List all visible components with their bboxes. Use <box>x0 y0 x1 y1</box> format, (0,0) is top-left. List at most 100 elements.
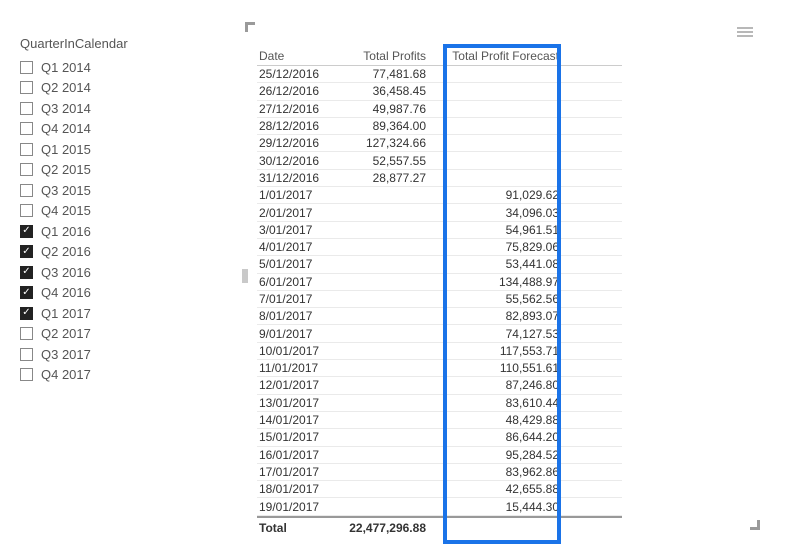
cell-forecast: 134,488.97 <box>432 275 567 289</box>
table-row[interactable]: 25/12/201677,481.68 <box>257 66 622 83</box>
cell-date: 16/01/2017 <box>257 448 337 462</box>
slicer-item[interactable]: Q1 2015 <box>20 139 190 160</box>
table-row[interactable]: 10/01/2017117,553.71 <box>257 343 622 360</box>
table-row[interactable]: 7/01/201755,562.56 <box>257 291 622 308</box>
cell-forecast: 91,029.62 <box>432 188 567 202</box>
table-row[interactable]: 13/01/201783,610.44 <box>257 395 622 412</box>
slicer-item[interactable]: Q4 2016 <box>20 283 190 304</box>
slicer-item[interactable]: Q3 2017 <box>20 344 190 365</box>
slicer-item-label: Q2 2015 <box>41 162 91 177</box>
checkbox-icon[interactable] <box>20 184 33 197</box>
cell-date: 3/01/2017 <box>257 223 337 237</box>
checkbox-icon[interactable] <box>20 122 33 135</box>
table-row[interactable]: 6/01/2017134,488.97 <box>257 274 622 291</box>
slicer-item-label: Q2 2014 <box>41 80 91 95</box>
col-header-total-profits[interactable]: Total Profits <box>337 49 432 63</box>
footer-total-profits: 22,477,296.88 <box>337 521 432 535</box>
checkbox-icon[interactable] <box>20 163 33 176</box>
checkbox-icon[interactable] <box>20 143 33 156</box>
table-row[interactable]: 27/12/201649,987.76 <box>257 101 622 118</box>
col-header-date[interactable]: Date <box>257 49 337 63</box>
slicer-item-label: Q1 2016 <box>41 224 91 239</box>
slicer-item[interactable]: Q4 2014 <box>20 119 190 140</box>
selection-corner-top-left[interactable] <box>245 22 255 32</box>
cell-total-profits: 127,324.66 <box>337 136 432 150</box>
cell-date: 19/01/2017 <box>257 500 337 514</box>
slicer-item-label: Q3 2016 <box>41 265 91 280</box>
table-row[interactable]: 11/01/2017110,551.61 <box>257 360 622 377</box>
cell-forecast: 15,444.30 <box>432 500 567 514</box>
slicer-item[interactable]: Q4 2017 <box>20 365 190 386</box>
cell-date: 31/12/2016 <box>257 171 337 185</box>
table-row[interactable]: 19/01/2017 15,444.30 <box>257 498 622 515</box>
table-row[interactable]: 14/01/2017 48,429.88 <box>257 412 622 429</box>
table-row[interactable]: 31/12/201628,877.27 <box>257 170 622 187</box>
cell-date: 12/01/2017 <box>257 378 337 392</box>
slicer-item[interactable]: Q4 2015 <box>20 201 190 222</box>
cell-date: 4/01/2017 <box>257 240 337 254</box>
selection-edge-left[interactable] <box>242 269 248 283</box>
checkbox-icon[interactable] <box>20 81 33 94</box>
cell-date: 14/01/2017 <box>257 413 337 427</box>
cell-date: 9/01/2017 <box>257 327 337 341</box>
slicer-item[interactable]: Q2 2016 <box>20 242 190 263</box>
slicer-item-label: Q2 2016 <box>41 244 91 259</box>
cell-date: 28/12/2016 <box>257 119 337 133</box>
slicer-item-label: Q3 2017 <box>41 347 91 362</box>
selection-corner-bottom-right[interactable] <box>750 520 760 530</box>
checkbox-icon[interactable] <box>20 266 33 279</box>
table-row[interactable]: 5/01/201753,441.08 <box>257 256 622 273</box>
table-row[interactable]: 8/01/201782,893.07 <box>257 308 622 325</box>
table-row[interactable]: 4/01/201775,829.06 <box>257 239 622 256</box>
table-row[interactable]: 28/12/201689,364.00 <box>257 118 622 135</box>
table-row[interactable]: 29/12/2016127,324.66 <box>257 135 622 152</box>
cell-forecast: 55,562.56 <box>432 292 567 306</box>
table-row[interactable]: 30/12/201652,557.55 <box>257 152 622 169</box>
slicer-item[interactable]: Q1 2016 <box>20 221 190 242</box>
slicer-item[interactable]: Q3 2014 <box>20 98 190 119</box>
table-row[interactable]: 26/12/201636,458.45 <box>257 83 622 100</box>
checkbox-icon[interactable] <box>20 245 33 258</box>
slicer-item-label: Q1 2017 <box>41 306 91 321</box>
slicer-item[interactable]: Q1 2017 <box>20 303 190 324</box>
cell-forecast: 53,441.08 <box>432 257 567 271</box>
col-header-forecast[interactable]: Total Profit Forecast <box>432 49 567 63</box>
table-row[interactable]: 12/01/201787,246.80 <box>257 377 622 394</box>
cell-forecast: 110,551.61 <box>432 361 567 375</box>
slicer-item-label: Q3 2014 <box>41 101 91 116</box>
slicer-item[interactable]: Q3 2015 <box>20 180 190 201</box>
cell-forecast: 82,893.07 <box>432 309 567 323</box>
checkbox-icon[interactable] <box>20 225 33 238</box>
checkbox-icon[interactable] <box>20 327 33 340</box>
table-row[interactable]: 17/01/201783,962.86 <box>257 464 622 481</box>
table-row[interactable]: 16/01/201795,284.52 <box>257 447 622 464</box>
cell-total-profits: 77,481.68 <box>337 67 432 81</box>
slicer-item[interactable]: Q2 2014 <box>20 78 190 99</box>
cell-date: 29/12/2016 <box>257 136 337 150</box>
checkbox-icon[interactable] <box>20 368 33 381</box>
slicer-item[interactable]: Q2 2015 <box>20 160 190 181</box>
slicer-item-label: Q4 2016 <box>41 285 91 300</box>
cell-date: 17/01/2017 <box>257 465 337 479</box>
checkbox-icon[interactable] <box>20 286 33 299</box>
checkbox-icon[interactable] <box>20 102 33 115</box>
cell-forecast: 54,961.51 <box>432 223 567 237</box>
checkbox-icon[interactable] <box>20 307 33 320</box>
table-row[interactable]: 3/01/2017 54,961.51 <box>257 222 622 239</box>
table-row[interactable]: 2/01/201734,096.03 <box>257 204 622 221</box>
cell-forecast: 48,429.88 <box>432 413 567 427</box>
slicer-item[interactable]: Q2 2017 <box>20 324 190 345</box>
more-options-icon[interactable] <box>734 25 756 39</box>
table-row[interactable]: 18/01/201742,655.88 <box>257 481 622 498</box>
checkbox-icon[interactable] <box>20 348 33 361</box>
slicer-item[interactable]: Q1 2014 <box>20 57 190 78</box>
slicer-item[interactable]: Q3 2016 <box>20 262 190 283</box>
checkbox-icon[interactable] <box>20 204 33 217</box>
cell-total-profits: 36,458.45 <box>337 84 432 98</box>
table-header-row: Date Total Profits Total Profit Forecast <box>257 46 622 66</box>
table-row[interactable]: 1/01/201791,029.62 <box>257 187 622 204</box>
quarter-slicer: QuarterInCalendar Q1 2014Q2 2014Q3 2014Q… <box>20 36 190 385</box>
checkbox-icon[interactable] <box>20 61 33 74</box>
table-row[interactable]: 15/01/201786,644.20 <box>257 429 622 446</box>
table-row[interactable]: 9/01/201774,127.53 <box>257 325 622 342</box>
